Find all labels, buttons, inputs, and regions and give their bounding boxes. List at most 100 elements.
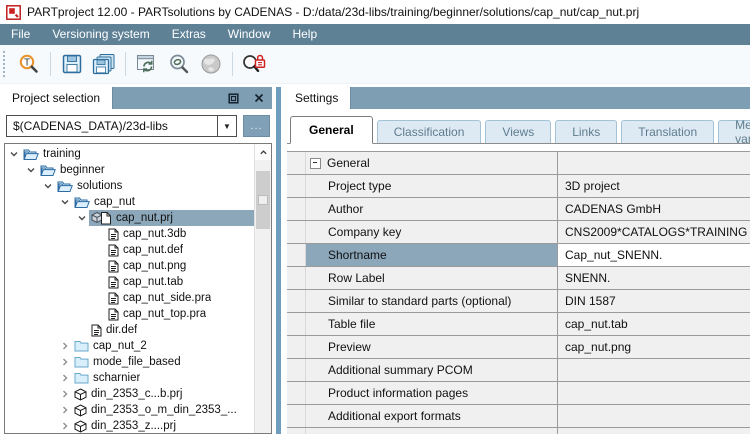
close-panel-button[interactable] [252,91,266,105]
toolbar-drag-handle[interactable] [3,51,8,77]
project-selection-panel: Project selection $(CADENAS_DATA)/23d-li… [4,87,272,434]
browse-button[interactable]: ... [243,115,270,137]
property-group-row[interactable]: General [287,152,750,175]
tree-item-scharnier[interactable]: scharnier [5,370,255,386]
property-label[interactable]: Additional Datatables [306,428,558,434]
property-value[interactable]: CADENAS GmbH [558,198,750,220]
property-label[interactable]: Similar to standard parts (optional) [306,290,558,312]
property-label[interactable]: Preview [306,336,558,358]
property-label[interactable]: Product information pages [306,382,558,404]
collapse-group-icon[interactable] [310,157,321,169]
scrollbar-thumb[interactable] [256,171,270,229]
tree-item-cap-nut[interactable]: cap_nut [5,194,255,210]
tab-links[interactable]: Links [555,120,618,143]
tree-item-mode-file-based[interactable]: mode_file_based [5,354,255,370]
search-project-icon[interactable]: T [14,49,44,79]
chevron-down-icon[interactable] [58,195,72,209]
tree-item-din-2353-z-prj[interactable]: din_2353_z....prj [5,418,255,433]
tree-item-label: cap_nut.prj [116,212,173,224]
tab-general[interactable]: General [290,116,373,144]
chevron-right-icon[interactable] [58,387,72,401]
property-value[interactable] [558,359,750,381]
property-row-shortname[interactable]: Shortname Cap_nut_SNENN. [287,244,750,267]
property-value[interactable]: cap_nut.png [558,336,750,358]
tab-views[interactable]: Views [485,120,552,143]
property-value-editor[interactable]: Cap_nut_SNENN. [558,244,750,266]
tree-item-training[interactable]: training [5,146,255,162]
property-row-additional-summary-pcom[interactable]: Additional summary PCOM [287,359,750,382]
property-row-product-information-pages[interactable]: Product information pages [287,382,750,405]
property-value[interactable] [558,405,750,427]
tree-item-cap-nut-def[interactable]: cap_nut.def [5,242,255,258]
float-panel-button[interactable] [226,91,240,105]
property-row-company-key[interactable]: Company key CNS2009*CATALOGS*TRAINING [287,221,750,244]
chevron-right-icon[interactable] [58,403,72,417]
property-row-project-type[interactable]: Project type 3D project [287,175,750,198]
property-row-row-label[interactable]: Row Label SNENN. [287,267,750,290]
row-gutter [287,428,306,434]
property-row-similar-to-standard-parts-optional-[interactable]: Similar to standard parts (optional) DIN … [287,290,750,313]
globe-icon[interactable] [196,49,226,79]
property-row-additional-datatables[interactable]: Additional Datatables [287,428,750,434]
tab-translation[interactable]: Translation [621,120,715,143]
tree-item-cap-nut-prj[interactable]: cap_nut.prj [5,210,255,226]
panel-splitter[interactable] [276,87,281,434]
tree-item-cap-nut-tab[interactable]: cap_nut.tab [5,274,255,290]
property-label[interactable]: Additional summary PCOM [306,359,558,381]
property-label[interactable]: Project type [306,175,558,197]
scroll-up-icon[interactable] [255,144,271,160]
property-label[interactable]: General [306,152,558,174]
menu-help[interactable]: Help [281,24,328,45]
license-search-icon[interactable] [239,49,269,79]
refresh-window-icon[interactable] [132,49,162,79]
chevron-down-icon[interactable] [7,147,21,161]
tree-scrollbar[interactable] [254,144,271,433]
property-row-additional-export-formats[interactable]: Additional export formats [287,405,750,428]
property-value[interactable]: DIN 1587 [558,290,750,312]
menu-file[interactable]: File [0,24,41,45]
property-label[interactable]: Company key [306,221,558,243]
property-label[interactable]: Row Label [306,267,558,289]
menu-window[interactable]: Window [217,24,282,45]
property-row-author[interactable]: Author CADENAS GmbH [287,198,750,221]
chevron-right-icon[interactable] [58,339,72,353]
property-value[interactable] [558,152,750,174]
property-value[interactable]: 3D project [558,175,750,197]
tree-item-cap-nut-3db[interactable]: cap_nut.3db [5,226,255,242]
chevron-down-icon[interactable] [41,179,55,193]
tree-item-beginner[interactable]: beginner [5,162,255,178]
tree-item-din-2353-c-b-prj[interactable]: din_2353_c...b.prj [5,386,255,402]
property-label[interactable]: Additional export formats [306,405,558,427]
property-row-preview[interactable]: Preview cap_nut.png [287,336,750,359]
property-row-table-file[interactable]: Table file cap_nut.tab [287,313,750,336]
chevron-right-icon[interactable] [58,371,72,385]
tree-item-cap-nut-side-pra[interactable]: cap_nut_side.pra [5,290,255,306]
tree-item-cap-nut-png[interactable]: cap_nut.png [5,258,255,274]
chevron-down-icon[interactable] [24,163,38,177]
tree-item-dir-def[interactable]: dir.def [5,322,255,338]
tree-item-solutions[interactable]: solutions [5,178,255,194]
property-value[interactable] [558,428,750,434]
property-value[interactable] [558,382,750,404]
tree-item-cap-nut-2[interactable]: cap_nut_2 [5,338,255,354]
property-value[interactable]: cap_nut.tab [558,313,750,335]
property-label[interactable]: Shortname [306,244,558,266]
tab-classification[interactable]: Classification [376,120,482,143]
save-icon[interactable] [57,49,87,79]
chevron-right-icon[interactable] [58,355,72,369]
property-value[interactable]: CNS2009*CATALOGS*TRAINING [558,221,750,243]
save-all-icon[interactable] [89,49,119,79]
menu-versioning-system[interactable]: Versioning system [41,24,160,45]
tree-item-cap-nut-top-pra[interactable]: cap_nut_top.pra [5,306,255,322]
refresh-search-icon[interactable] [164,49,194,79]
menu-extras[interactable]: Extras [161,24,217,45]
property-value[interactable]: SNENN. [558,267,750,289]
chevron-right-icon[interactable] [58,419,72,433]
property-label[interactable]: Author [306,198,558,220]
chevron-down-icon[interactable] [75,211,89,225]
catalog-path-combobox[interactable]: $(CADENAS_DATA)/23d-libs ▼ [6,115,237,137]
tab-media-variable[interactable]: Media variable [718,118,750,146]
chevron-down-icon[interactable]: ▼ [217,116,236,136]
property-label[interactable]: Table file [306,313,558,335]
tree-item-din-2353-o-m-din-2353-[interactable]: din_2353_o_m_din_2353_... [5,402,255,418]
